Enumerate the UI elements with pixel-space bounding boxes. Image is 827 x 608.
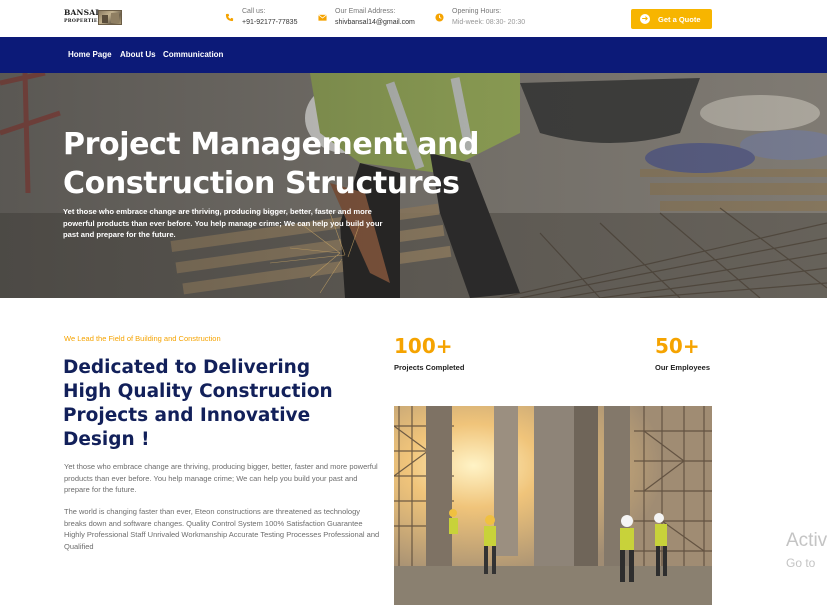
nav-home[interactable]: Home Page — [68, 50, 112, 59]
main-nav: Home Page About Us Communication — [0, 37, 827, 73]
brand-logo[interactable]: BANSAL PROPERTIES — [64, 9, 122, 27]
contact-label: Call us: — [242, 8, 266, 15]
email-icon — [318, 13, 327, 22]
hero-subtitle: Yet those who embrace change are thrivin… — [63, 207, 383, 239]
opening-hours: Mid-week: 08:30- 20:30 — [452, 19, 526, 26]
about-paragraph-1: Yet those who embrace change are thrivin… — [64, 462, 378, 494]
stat-value: 50+ — [655, 334, 700, 358]
construction-photo-image — [394, 406, 712, 605]
logo-image — [98, 10, 122, 25]
stat-value: 100+ — [394, 334, 453, 358]
phone-number[interactable]: +91-92177-77835 — [242, 19, 297, 26]
contact-label: Opening Hours: — [452, 8, 502, 15]
hero-title: Project Management and Construction Stru… — [63, 127, 480, 201]
clock-icon — [435, 13, 444, 22]
construction-site-photo — [394, 406, 712, 605]
stat-label: Projects Completed — [394, 363, 465, 372]
hero-banner: Project Management and Construction Stru… — [0, 73, 827, 298]
about-paragraph-2: The world is changing faster than ever, … — [64, 507, 380, 551]
stat-label: Our Employees — [655, 363, 711, 372]
logo-text: BANSAL PROPERTIES — [64, 9, 101, 25]
phone-icon — [225, 13, 234, 22]
top-header: BANSAL PROPERTIES Call us: +91-92177-778… — [0, 0, 827, 37]
section-kicker: We Lead the Field of Building and Constr… — [64, 334, 221, 343]
contact-label: Our Email Address: — [335, 8, 396, 15]
logo-line1: BANSAL — [64, 8, 101, 17]
activation-watermark: Activ — [786, 530, 827, 551]
get-quote-label: Get a Quote — [658, 15, 701, 24]
activation-watermark-sub: Go to — [786, 556, 816, 570]
get-quote-button[interactable]: ➜ Get a Quote — [631, 9, 712, 29]
stat-projects: 100+ Projects Completed — [394, 334, 464, 372]
arrow-right-icon: ➜ — [640, 14, 650, 24]
email-address[interactable]: shivbansal14@gmail.com — [335, 19, 415, 26]
section-title: Dedicated to Delivering High Quality Con… — [63, 357, 333, 450]
nav-about[interactable]: About Us — [120, 50, 156, 59]
stat-employees: 50+ Our Employees — [655, 334, 710, 372]
nav-communication[interactable]: Communication — [163, 50, 223, 59]
logo-line2: PROPERTIES — [64, 18, 102, 24]
